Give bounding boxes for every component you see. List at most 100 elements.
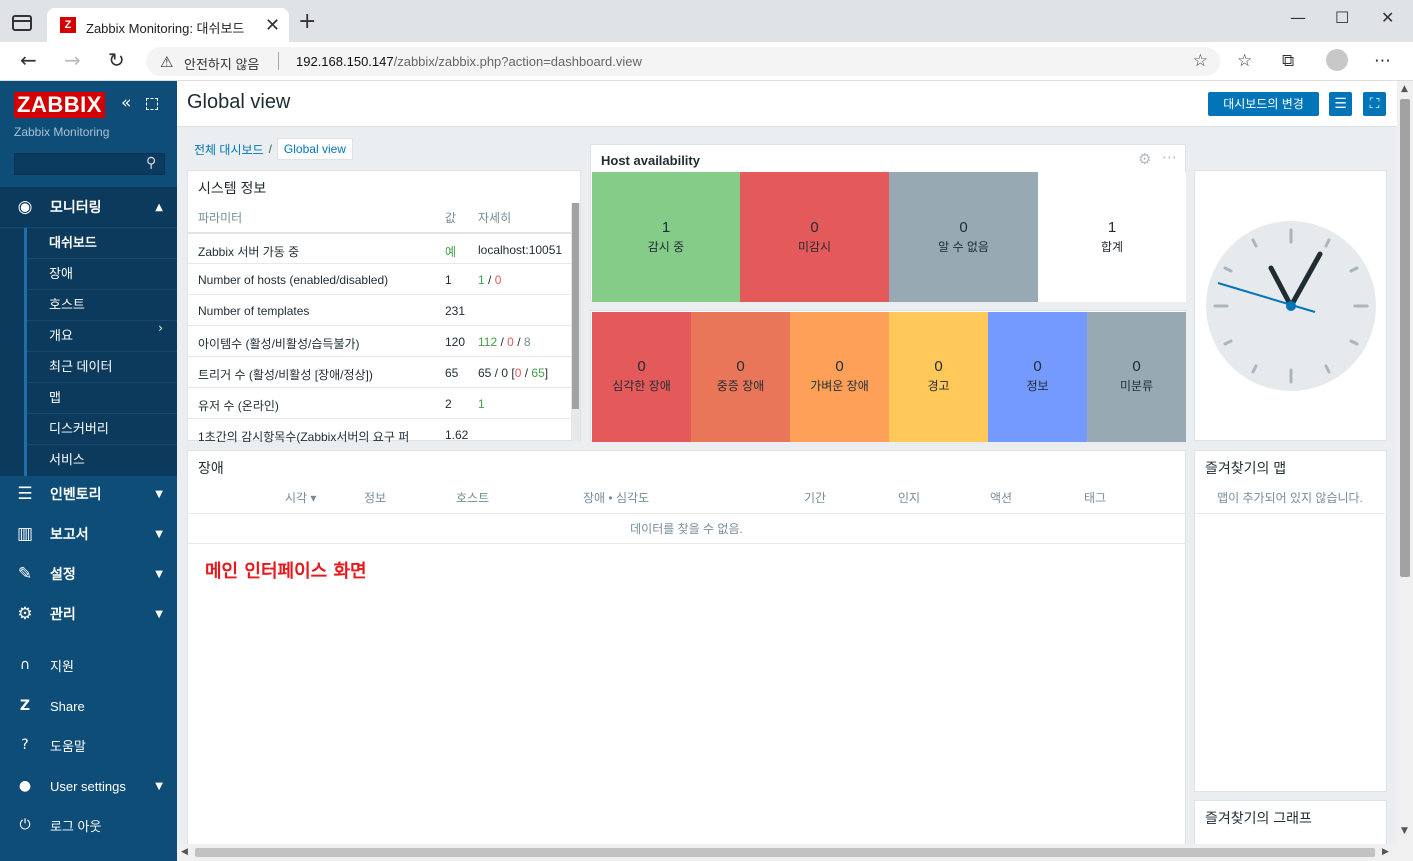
zabbix-logo[interactable]: ZABBIX bbox=[14, 92, 105, 118]
column-header-ack: 인지 bbox=[898, 491, 921, 505]
host-availability-not-available[interactable]: 0 미감시 bbox=[740, 172, 889, 302]
submenu-overview[interactable]: 개요 › bbox=[27, 321, 177, 352]
new-tab-button[interactable]: + bbox=[298, 11, 316, 33]
chevron-down-icon: ▼ bbox=[155, 568, 163, 580]
menu-logout[interactable]: ⏻ 로그 아웃 bbox=[0, 807, 177, 843]
annotation-text: 메인 인터페이스 화면 bbox=[205, 561, 367, 582]
problems-widget: 장애 시각 ▾ 정보 호스트 장애 • 심각도 기간 인지 액션 태그 데이터를… bbox=[187, 450, 1186, 860]
kiosk-mode-icon[interactable] bbox=[146, 98, 158, 110]
detail-counts: 65 / 0 [ bbox=[478, 366, 515, 380]
page-horizontal-scrollbar[interactable]: ◀ ▶ bbox=[177, 844, 1397, 861]
menu-user-settings[interactable]: ● User settings ▼ bbox=[0, 768, 177, 804]
severity-label: 가벼운 장애 bbox=[810, 379, 869, 393]
scroll-left-icon[interactable]: ◀ bbox=[181, 847, 188, 857]
address-bar[interactable]: ⚠ 안전하지 않음 192.168.150.147/zabbix/zabbix.… bbox=[146, 47, 1220, 76]
collections-icon[interactable]: ⧉ bbox=[1282, 51, 1294, 71]
column-header-host: 호스트 bbox=[456, 491, 490, 505]
submenu-latest-data[interactable]: 최근 데이터 bbox=[27, 352, 177, 383]
more-icon[interactable]: ⋯ bbox=[1374, 51, 1391, 71]
security-indicator[interactable]: 안전하지 않음 bbox=[184, 54, 259, 73]
host-availability-unknown[interactable]: 0 알 수 없음 bbox=[889, 172, 1038, 302]
menu-inventory[interactable]: ☰ 인벤토리 ▼ bbox=[0, 474, 177, 514]
widget-title: 시스템 정보 bbox=[198, 180, 267, 196]
detail-cell: 112 / 0 / 8 bbox=[478, 335, 531, 349]
dashboard-list-icon[interactable]: ☰ bbox=[1329, 92, 1352, 116]
submenu-hosts[interactable]: 호스트 bbox=[27, 290, 177, 321]
browser-tab[interactable]: Z Zabbix Monitoring: 대쉬보드 ✕ bbox=[47, 8, 289, 42]
breadcrumb-root[interactable]: 전체 대시보드 bbox=[194, 141, 264, 158]
detail-bracket: ] bbox=[544, 366, 549, 380]
menu-monitoring[interactable]: ◉ 모니터링 ▲ bbox=[0, 187, 177, 227]
column-header-problem: 장애 • 심각도 bbox=[583, 491, 650, 505]
menu-reports[interactable]: ▥ 보고서 ▼ bbox=[0, 514, 177, 554]
menu-administration[interactable]: ⚙ 관리 ▼ bbox=[0, 594, 177, 634]
severity-warning[interactable]: 0 경고 bbox=[889, 312, 988, 442]
menu-label: 로그 아웃 bbox=[50, 818, 102, 834]
url-text[interactable]: 192.168.150.147/zabbix/zabbix.php?action… bbox=[296, 54, 642, 69]
column-header-time[interactable]: 시각 ▾ bbox=[285, 489, 316, 506]
browser-tab-bar: Z Zabbix Monitoring: 대쉬보드 ✕ + — ☐ ✕ bbox=[0, 0, 1413, 42]
fullscreen-icon[interactable]: ⛶ bbox=[1363, 92, 1386, 116]
submenu-services[interactable]: 서비스 bbox=[27, 445, 177, 476]
sidebar-search-input[interactable]: ⚲ bbox=[14, 153, 165, 175]
scrollbar-thumb[interactable] bbox=[1400, 99, 1410, 577]
submenu-dashboard[interactable]: 대쉬보드 bbox=[27, 228, 177, 259]
host-availability-available[interactable]: 1 감시 중 bbox=[592, 172, 740, 302]
maximize-button[interactable]: ☐ bbox=[1335, 8, 1349, 27]
menu-configuration[interactable]: ✎ 설정 ▼ bbox=[0, 554, 177, 594]
severity-count: 0 bbox=[1033, 358, 1042, 375]
severity-count: 0 bbox=[835, 358, 844, 375]
close-window-button[interactable]: ✕ bbox=[1381, 8, 1394, 27]
availability-count: 0 bbox=[959, 219, 968, 236]
menu-label: 보고서 bbox=[50, 526, 89, 542]
scrollbar-thumb[interactable] bbox=[195, 848, 1375, 857]
chevron-right-icon: › bbox=[158, 321, 163, 335]
page-vertical-scrollbar[interactable]: ▲ ▼ bbox=[1397, 81, 1413, 861]
tab-actions-icon[interactable] bbox=[12, 15, 32, 31]
chevron-down-icon: ▼ bbox=[155, 488, 163, 500]
breadcrumb-separator: / bbox=[268, 142, 272, 156]
menu-label: 인벤토리 bbox=[50, 486, 102, 502]
headset-icon: ∩ bbox=[19, 657, 31, 673]
severity-average[interactable]: 0 가벼운 장애 bbox=[790, 312, 889, 442]
tab-close-icon[interactable]: ✕ bbox=[265, 15, 280, 36]
menu-label: 모니터링 bbox=[50, 199, 102, 215]
scroll-up-icon[interactable]: ▲ bbox=[1401, 84, 1408, 94]
minimize-button[interactable]: — bbox=[1290, 8, 1306, 27]
collapse-sidebar-icon[interactable]: « bbox=[121, 93, 131, 113]
favorite-add-icon[interactable]: ☆ bbox=[1193, 51, 1208, 71]
chevron-down-icon: ▼ bbox=[155, 780, 163, 792]
gear-icon[interactable]: ⚙ bbox=[1138, 150, 1151, 168]
submenu-maps[interactable]: 맵 bbox=[27, 383, 177, 414]
profile-icon[interactable] bbox=[1326, 49, 1348, 71]
menu-share[interactable]: Z Share bbox=[0, 688, 177, 724]
widget-scrollbar[interactable] bbox=[571, 203, 580, 441]
search-icon[interactable]: ⚲ bbox=[146, 155, 156, 171]
param-cell: 트리거 수 (활성/비활성 [장애/정상]) bbox=[198, 368, 373, 382]
host-availability-total[interactable]: 1 합계 bbox=[1038, 172, 1186, 302]
submenu-problems[interactable]: 장애 bbox=[27, 259, 177, 290]
severity-high[interactable]: 0 중증 장애 bbox=[691, 312, 790, 442]
host-availability-widget: Host availability ⚙ ⋯ 1 감시 중 0 미감시 0 알 수… bbox=[590, 144, 1186, 302]
edit-dashboard-button[interactable]: 대시보드의 변경 bbox=[1208, 92, 1319, 116]
severity-disaster[interactable]: 0 심각한 장애 bbox=[592, 312, 691, 442]
severity-not-classified[interactable]: 0 미분류 bbox=[1087, 312, 1186, 442]
scroll-down-icon[interactable]: ▼ bbox=[1401, 826, 1408, 836]
forward-icon[interactable]: → bbox=[64, 50, 81, 70]
value-cell: 1 bbox=[445, 273, 452, 287]
menu-support[interactable]: ∩ 지원 bbox=[0, 647, 177, 683]
value-cell: 120 bbox=[445, 335, 466, 349]
scroll-right-icon[interactable]: ▶ bbox=[1382, 847, 1389, 857]
back-icon[interactable]: ← bbox=[20, 50, 37, 70]
submenu-discovery[interactable]: 디스커버리 bbox=[27, 414, 177, 445]
reload-icon[interactable]: ↻ bbox=[108, 50, 125, 70]
severity-count: 0 bbox=[1132, 358, 1141, 375]
more-icon[interactable]: ⋯ bbox=[1162, 148, 1177, 166]
favorite-maps-widget: 즐겨찾기의 맵 맵이 추가되어 있지 않습니다. bbox=[1194, 450, 1387, 792]
favorites-icon[interactable]: ☆ bbox=[1237, 51, 1252, 71]
menu-help[interactable]: ? 도움말 bbox=[0, 727, 177, 763]
warning-icon[interactable]: ⚠ bbox=[160, 53, 173, 71]
severity-information[interactable]: 0 정보 bbox=[988, 312, 1087, 442]
breadcrumb-current[interactable]: Global view bbox=[276, 138, 353, 160]
scrollbar-thumb[interactable] bbox=[572, 203, 579, 409]
